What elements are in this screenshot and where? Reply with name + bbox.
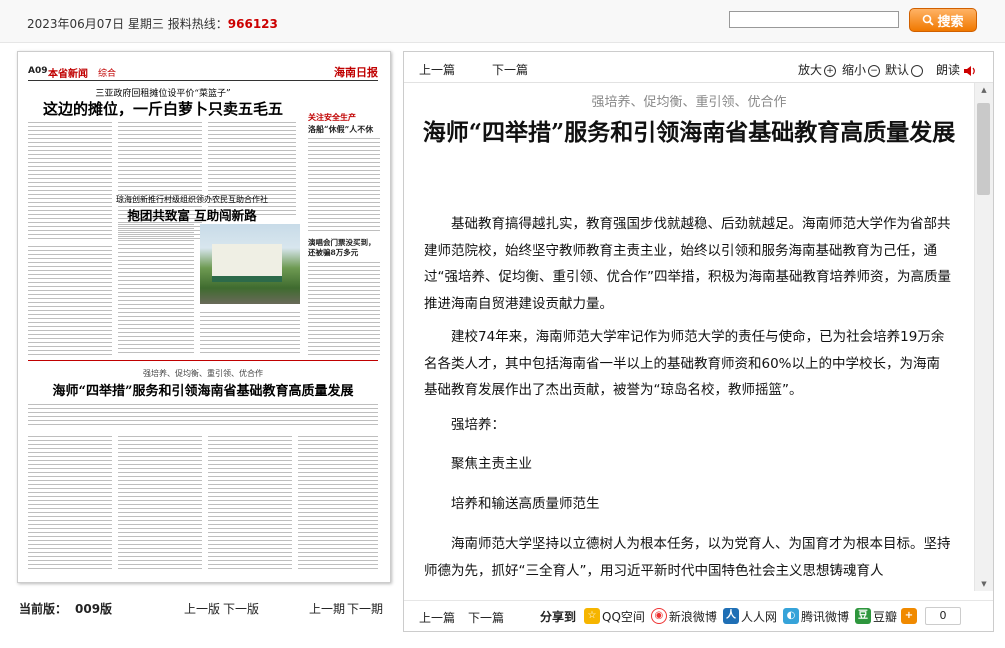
date: 2023年06月07日 bbox=[27, 17, 125, 31]
headline1: 这边的摊位，一斤白萝卜只卖五毛五 bbox=[42, 100, 283, 118]
share-label: 分享到 bbox=[540, 609, 577, 624]
douban-icon[interactable]: 豆 bbox=[854, 608, 871, 624]
masthead: 海南日报 bbox=[334, 66, 378, 79]
next-page-link[interactable]: 下一版 bbox=[223, 600, 259, 617]
article-title: 海师“四举措”服务和引领海南省基础教育高质量发展 bbox=[422, 119, 956, 146]
zoom-out-label: 缩小 bbox=[842, 63, 867, 77]
prev-issue-link[interactable]: 上一期 bbox=[309, 600, 345, 617]
top-bar: 2023年06月07日 星期三 报料热线：966123 搜索 bbox=[0, 0, 1005, 43]
share-bar: 分享到 ☆ QQ空间 ◉ 新浪微博 人 人人网 ◐ 腾讯微博 豆 豆瓣 + 0 bbox=[540, 607, 961, 625]
article-paragraph: 培养和输送高质量师范生 bbox=[451, 496, 600, 512]
text-block bbox=[308, 262, 380, 356]
headline2: 抱团共致富 互助闯新路 bbox=[127, 208, 257, 223]
share-weibo[interactable]: 新浪微博 bbox=[669, 608, 717, 625]
article-paragraph: 建校74年来，海南师范大学牢记作为师范大学的责任与使命，已为社会培养19万余名各… bbox=[424, 329, 945, 398]
main-kicker: 强培养、促均衡、重引领、优合作 bbox=[143, 369, 263, 378]
text-block bbox=[208, 436, 292, 572]
text-block bbox=[28, 122, 112, 242]
article-content: 强培养、促均衡、重引领、优合作 海师“四举措”服务和引领海南省基础教育高质量发展… bbox=[404, 83, 974, 591]
qzone-icon[interactable]: ☆ bbox=[584, 608, 601, 624]
page-section: 本省新闻 bbox=[48, 69, 88, 80]
text-block bbox=[118, 436, 202, 572]
next-article-link-bottom[interactable]: 下一篇 bbox=[468, 609, 504, 626]
scroll-thumb[interactable] bbox=[977, 103, 990, 195]
weibo-icon[interactable]: ◉ bbox=[650, 608, 667, 624]
prev-article-link-bottom[interactable]: 上一篇 bbox=[419, 609, 455, 626]
newspaper-page-panel[interactable]: A09 本省新闻 综合 海南日报 三亚政府回租摊位设平价“菜篮子” 这边的摊位，… bbox=[17, 51, 391, 583]
default-size-button[interactable]: 默认 bbox=[885, 61, 924, 78]
share-count: 0 bbox=[924, 607, 961, 625]
page-nav: 当前版： 009版 上一版 下一版 上一期 下一期 bbox=[19, 600, 389, 618]
current-page-value: 009版 bbox=[75, 602, 113, 616]
hotline-number: 966123 bbox=[227, 17, 278, 31]
text-block bbox=[118, 224, 194, 354]
article-toolbar: 上一篇 下一篇 放大 + 缩小 − 默认 朗读 bbox=[404, 52, 993, 83]
more-share-icon[interactable]: + bbox=[900, 608, 917, 624]
text-block bbox=[28, 436, 112, 572]
default-size-label: 默认 bbox=[885, 63, 910, 77]
weekday: 星期三 bbox=[127, 17, 164, 31]
text-block bbox=[308, 138, 380, 234]
search-input[interactable] bbox=[729, 11, 899, 28]
text-block bbox=[28, 404, 378, 428]
plus-icon: + bbox=[824, 64, 837, 77]
text-block bbox=[200, 312, 300, 356]
share-qzone[interactable]: QQ空间 bbox=[602, 608, 645, 625]
read-aloud-button[interactable]: 朗读 bbox=[936, 61, 977, 78]
right-column-title2: 演唱会门票没买到，还被骗8万多元 bbox=[308, 238, 376, 257]
search-icon bbox=[923, 14, 935, 26]
zoom-out-button[interactable]: 缩小 − bbox=[842, 61, 881, 78]
article-scrollbar[interactable]: ▲ ▼ bbox=[974, 83, 993, 591]
share-tencent-weibo[interactable]: 腾讯微博 bbox=[801, 608, 849, 625]
news-photo bbox=[200, 224, 300, 304]
article-paragraph: 强培养： bbox=[451, 417, 505, 433]
right-column-kicker: 关注安全生产 bbox=[308, 113, 356, 122]
renren-icon[interactable]: 人 bbox=[722, 608, 739, 624]
minus-icon: − bbox=[868, 64, 881, 77]
date-line: 2023年06月07日 星期三 报料热线：966123 bbox=[27, 15, 278, 32]
page-header: A09 本省新闻 综合 海南日报 bbox=[28, 64, 378, 81]
text-block bbox=[28, 246, 112, 356]
page-section-sub: 综合 bbox=[98, 69, 117, 79]
hotline-label: 报料热线： bbox=[167, 17, 228, 31]
newspaper-page-image[interactable]: A09 本省新闻 综合 海南日报 三亚政府回租摊位设平价“菜篮子” 这边的摊位，… bbox=[22, 56, 384, 576]
article-subtitle: 强培养、促均衡、重引领、优合作 bbox=[591, 95, 787, 110]
next-article-link[interactable]: 下一篇 bbox=[492, 61, 528, 78]
search-button[interactable]: 搜索 bbox=[909, 8, 977, 32]
text-block bbox=[298, 436, 378, 572]
scroll-down-icon[interactable]: ▼ bbox=[975, 577, 993, 591]
article-paragraph: 基础教育搞得越扎实，教育强国步伐就越稳、后劲就越足。海南师范大学作为省部共建师范… bbox=[424, 216, 951, 312]
article-paragraph: 聚焦主责主业 bbox=[451, 456, 532, 472]
search-button-label: 搜索 bbox=[937, 14, 964, 30]
read-aloud-label: 朗读 bbox=[936, 63, 961, 77]
speaker-icon bbox=[964, 65, 975, 76]
headline2-kicker: 琼海创新推行村级组织领办农民互助合作社 bbox=[116, 195, 268, 204]
share-renren[interactable]: 人人网 bbox=[741, 608, 777, 625]
next-issue-link[interactable]: 下一期 bbox=[347, 600, 383, 617]
zoom-in-label: 放大 bbox=[798, 63, 823, 77]
current-page-label: 当前版： bbox=[19, 602, 68, 616]
page-code: A09 bbox=[28, 66, 48, 76]
article-footer-bar: 上一篇 下一篇 分享到 ☆ QQ空间 ◉ 新浪微博 人 人人网 ◐ 腾讯微博 豆… bbox=[404, 600, 993, 631]
scroll-up-icon[interactable]: ▲ bbox=[975, 83, 993, 97]
main-headline: 海师“四举措”服务和引领海南省基础教育高质量发展 bbox=[52, 384, 354, 399]
right-column-title: 洛船“休假”人不休 bbox=[308, 124, 374, 134]
circle-icon bbox=[911, 64, 924, 77]
zoom-in-button[interactable]: 放大 + bbox=[798, 61, 837, 78]
prev-page-link[interactable]: 上一版 bbox=[184, 600, 220, 617]
article-paragraph: 海南师范大学坚持以立德树人为根本任务，以为党育人、为国育才为根本目标。坚持师德为… bbox=[424, 536, 951, 579]
divider bbox=[28, 360, 378, 361]
share-douban[interactable]: 豆瓣 bbox=[873, 608, 897, 625]
article-panel: 上一篇 下一篇 放大 + 缩小 − 默认 朗读 强培养、促均衡、重引领、优合作 海师… bbox=[403, 51, 994, 632]
tencent-weibo-icon[interactable]: ◐ bbox=[782, 608, 799, 624]
prev-article-link[interactable]: 上一篇 bbox=[419, 61, 455, 78]
